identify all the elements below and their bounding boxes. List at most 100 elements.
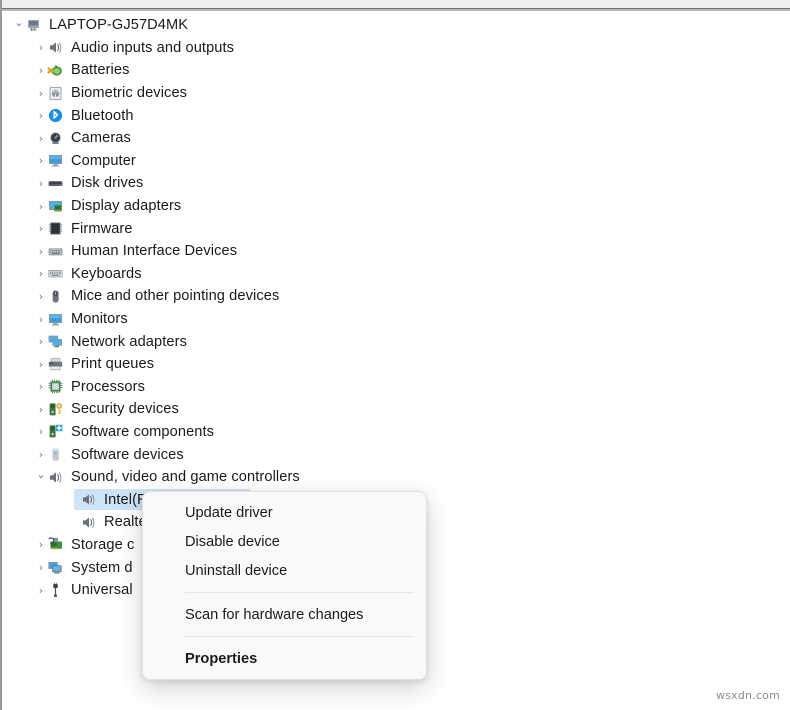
- chevron-right-icon[interactable]: [35, 110, 47, 121]
- software-component-icon: [47, 423, 64, 440]
- tree-item-label: Display adapters: [71, 198, 181, 214]
- tree-root-item[interactable]: LAPTOP-GJ57D4MK: [2, 14, 462, 37]
- tree-item-label: Computer: [71, 153, 136, 169]
- tree-item-network-adapters[interactable]: Network adapters: [2, 330, 462, 353]
- menu-item-uninstall-device[interactable]: Uninstall device: [143, 556, 426, 585]
- chevron-right-icon[interactable]: [35, 65, 47, 76]
- tree-item-label: Security devices: [71, 401, 179, 417]
- tree-item-sound-video-and-game-controllers[interactable]: Sound, video and game controllers: [2, 466, 462, 489]
- tree-item-mice-and-other-pointing-devices[interactable]: Mice and other pointing devices: [2, 285, 462, 308]
- tree-item-label: Bluetooth: [71, 108, 134, 124]
- chevron-right-icon[interactable]: [35, 155, 47, 166]
- tree-item-computer[interactable]: Computer: [2, 150, 462, 173]
- tree-item-cameras[interactable]: Cameras: [2, 127, 462, 150]
- tree-item-label: Print queues: [71, 356, 154, 372]
- tree-item-audio-inputs-and-outputs[interactable]: Audio inputs and outputs: [2, 37, 462, 60]
- menu-item-scan-for-hardware-changes[interactable]: Scan for hardware changes: [143, 600, 426, 629]
- display-adapter-icon: [47, 198, 64, 215]
- hid-icon: [47, 243, 64, 260]
- menu-item-properties[interactable]: Properties: [143, 644, 426, 673]
- chevron-right-icon[interactable]: [35, 178, 47, 189]
- tree-item-keyboards[interactable]: Keyboards: [2, 263, 462, 286]
- tree-item-firmware[interactable]: Firmware: [2, 217, 462, 240]
- tree-item-bluetooth[interactable]: Bluetooth: [2, 104, 462, 127]
- speaker-icon: [80, 514, 97, 531]
- system-device-icon: [47, 559, 64, 576]
- chevron-down-icon[interactable]: [13, 20, 25, 31]
- menu-item-update-driver[interactable]: Update driver: [143, 498, 426, 527]
- chevron-right-icon[interactable]: [35, 223, 47, 234]
- tree-item-label: Keyboards: [71, 266, 142, 282]
- chevron-right-icon[interactable]: [35, 562, 47, 573]
- tree-item-label: Storage c: [71, 537, 134, 553]
- keyboard-icon: [47, 265, 64, 282]
- tree-item-label: Firmware: [71, 221, 133, 237]
- window-top-strip: [2, 0, 790, 9]
- chevron-right-icon[interactable]: [35, 246, 47, 257]
- speaker-icon: [80, 491, 97, 508]
- fingerprint-icon: [47, 85, 64, 102]
- monitor-icon: [47, 152, 64, 169]
- tree-item-label: Software devices: [71, 447, 184, 463]
- tree-item-label: Processors: [71, 379, 145, 395]
- battery-icon: [47, 62, 64, 79]
- tree-item-label: Network adapters: [71, 334, 187, 350]
- tree-item-software-components[interactable]: Software components: [2, 421, 462, 444]
- software-device-icon: [47, 446, 64, 463]
- tree-item-monitors[interactable]: Monitors: [2, 308, 462, 331]
- printer-icon: [47, 356, 64, 373]
- tree-item-biometric-devices[interactable]: Biometric devices: [2, 82, 462, 105]
- chevron-right-icon[interactable]: [35, 585, 47, 596]
- chevron-down-icon[interactable]: [35, 472, 47, 483]
- chevron-right-icon[interactable]: [35, 336, 47, 347]
- network-adapter-icon: [47, 333, 64, 350]
- bluetooth-icon: [47, 107, 64, 124]
- computer-icon: [25, 17, 42, 34]
- tree-item-processors[interactable]: Processors: [2, 376, 462, 399]
- monitor-icon: [47, 311, 64, 328]
- mouse-icon: [47, 288, 64, 305]
- chevron-right-icon[interactable]: [35, 133, 47, 144]
- firmware-chip-icon: [47, 220, 64, 237]
- tree-item-label: LAPTOP-GJ57D4MK: [49, 17, 188, 33]
- menu-item-disable-device[interactable]: Disable device: [143, 527, 426, 556]
- chevron-right-icon[interactable]: [35, 314, 47, 325]
- chevron-right-icon[interactable]: [35, 291, 47, 302]
- chevron-right-icon[interactable]: [35, 268, 47, 279]
- chevron-right-icon[interactable]: [35, 539, 47, 550]
- chevron-right-icon[interactable]: [35, 449, 47, 460]
- tree-item-label: Batteries: [71, 62, 130, 78]
- tree-item-software-devices[interactable]: Software devices: [2, 443, 462, 466]
- camera-icon: [47, 130, 64, 147]
- menu-separator: [185, 636, 414, 637]
- tree-item-label: Disk drives: [71, 175, 143, 191]
- tree-item-label: Universal: [71, 582, 133, 598]
- tree-item-disk-drives[interactable]: Disk drives: [2, 172, 462, 195]
- chevron-right-icon[interactable]: [35, 426, 47, 437]
- chevron-right-icon[interactable]: [35, 404, 47, 415]
- chevron-right-icon[interactable]: [35, 381, 47, 392]
- tree-item-label: Audio inputs and outputs: [71, 40, 234, 56]
- security-key-icon: [47, 401, 64, 418]
- tree-item-print-queues[interactable]: Print queues: [2, 353, 462, 376]
- context-menu[interactable]: Update driverDisable deviceUninstall dev…: [142, 491, 427, 680]
- tree-item-label: Software components: [71, 424, 214, 440]
- storage-controller-icon: [47, 536, 64, 553]
- tree-item-human-interface-devices[interactable]: Human Interface Devices: [2, 240, 462, 263]
- tree-item-label: System d: [71, 560, 133, 576]
- speaker-icon: [47, 469, 64, 486]
- tree-item-security-devices[interactable]: Security devices: [2, 398, 462, 421]
- disk-drive-icon: [47, 175, 64, 192]
- tree-item-batteries[interactable]: Batteries: [2, 59, 462, 82]
- menu-separator: [185, 592, 414, 593]
- chevron-right-icon[interactable]: [35, 359, 47, 370]
- tree-item-label: Monitors: [71, 311, 128, 327]
- tree-item-label: Mice and other pointing devices: [71, 288, 279, 304]
- chevron-right-icon[interactable]: [35, 201, 47, 212]
- watermark: wsxdn.com: [716, 689, 780, 702]
- speaker-icon: [47, 39, 64, 56]
- chevron-right-icon[interactable]: [35, 88, 47, 99]
- tree-item-display-adapters[interactable]: Display adapters: [2, 195, 462, 218]
- chevron-right-icon[interactable]: [35, 42, 47, 53]
- tree-item-label: Human Interface Devices: [71, 243, 237, 259]
